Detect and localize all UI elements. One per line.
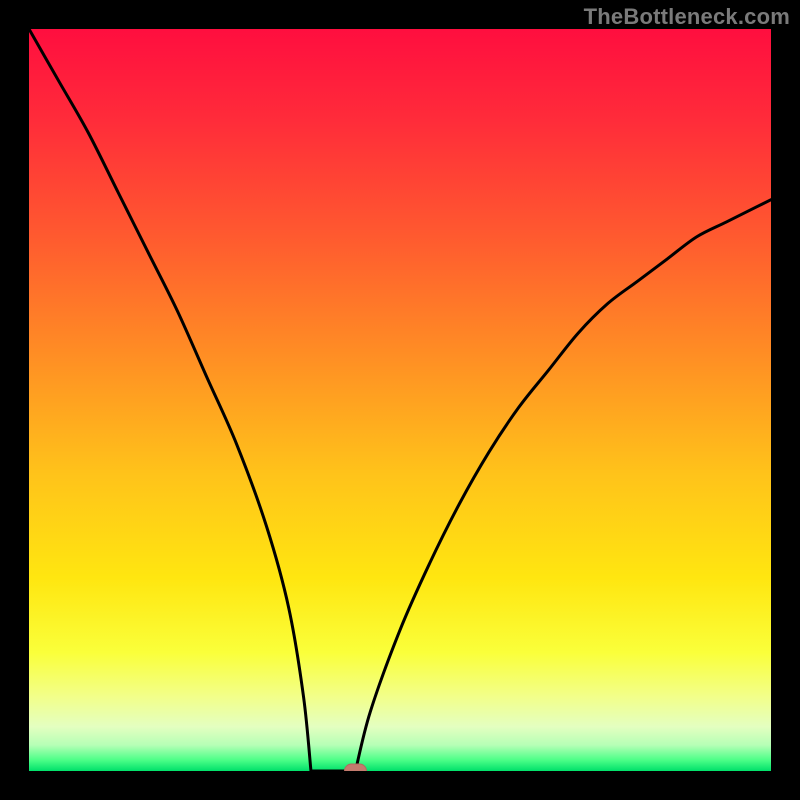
bottleneck-chart: [29, 29, 771, 771]
optimal-point-marker: [344, 764, 366, 771]
chart-container: { "watermark": "TheBottleneck.com", "col…: [0, 0, 800, 800]
watermark-text: TheBottleneck.com: [584, 4, 790, 30]
gradient-background: [29, 29, 771, 771]
